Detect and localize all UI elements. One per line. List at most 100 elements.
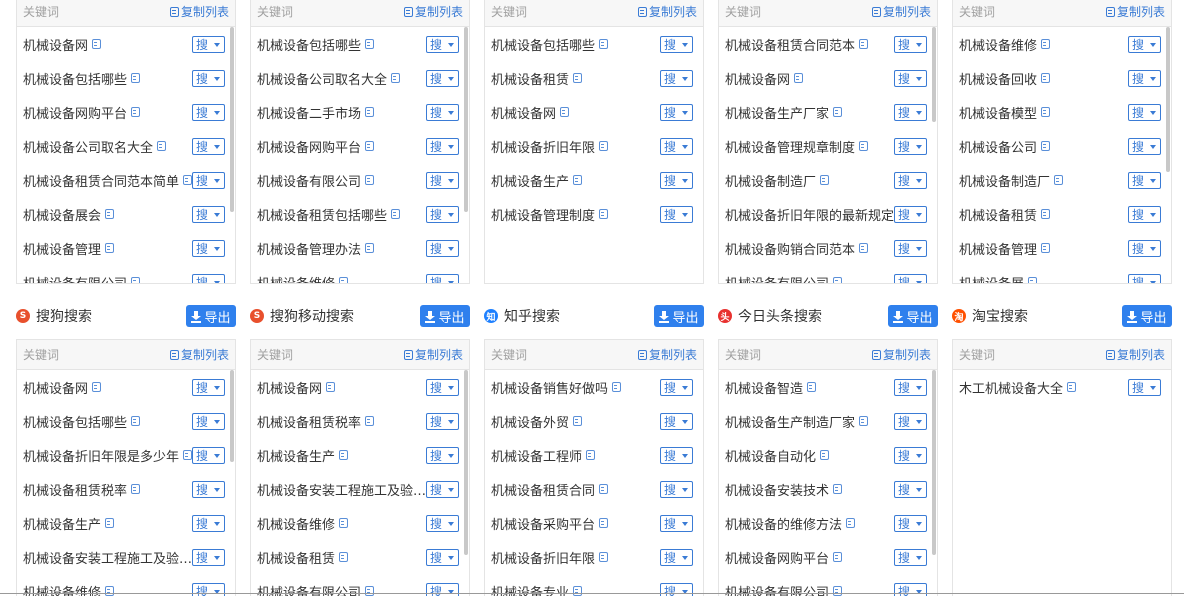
scrollbar[interactable] [932,27,936,122]
copy-keyword-icon[interactable] [586,450,596,460]
copy-keyword-icon[interactable] [599,518,609,528]
search-dropdown-button[interactable]: 搜 [894,447,927,464]
copy-keyword-icon[interactable] [833,484,843,494]
copy-keyword-icon[interactable] [599,484,609,494]
copy-keyword-icon[interactable] [339,277,349,283]
keyword-text[interactable]: 机械设备包括哪些 [257,35,361,54]
search-dropdown-button[interactable]: 搜 [660,515,693,532]
search-dropdown-button[interactable]: 搜 [894,104,927,121]
scrollbar[interactable] [230,370,234,462]
search-dropdown-button[interactable]: 搜 [1128,206,1161,223]
keyword-text[interactable]: 机械设备采购平台 [491,514,595,533]
copy-keyword-icon[interactable] [326,382,336,392]
keyword-list[interactable]: 机械设备包括哪些搜机械设备公司取名大全搜机械设备二手市场搜机械设备网购平台搜机械… [251,27,469,284]
search-dropdown-button[interactable]: 搜 [1128,379,1161,396]
keyword-text[interactable]: 机械设备维修 [257,273,335,284]
search-dropdown-button[interactable]: 搜 [192,379,225,396]
search-dropdown-button[interactable]: 搜 [192,138,225,155]
search-dropdown-button[interactable]: 搜 [660,36,693,53]
search-dropdown-button[interactable]: 搜 [894,36,927,53]
copy-keyword-icon[interactable] [339,450,349,460]
copy-keyword-icon[interactable] [807,382,817,392]
copy-list-button[interactable]: 复制列表 [637,346,697,363]
search-dropdown-button[interactable]: 搜 [660,583,693,596]
copy-keyword-icon[interactable] [365,141,375,151]
copy-keyword-icon[interactable] [573,416,583,426]
search-dropdown-button[interactable]: 搜 [660,447,693,464]
copy-keyword-icon[interactable] [365,243,375,253]
search-dropdown-button[interactable]: 搜 [894,240,927,257]
keyword-text[interactable]: 机械设备自动化 [725,446,816,465]
copy-keyword-icon[interactable] [1028,277,1038,283]
keyword-text[interactable]: 机械设备生产制造厂家 [725,412,855,431]
keyword-text[interactable]: 机械设备的维修方法 [725,514,842,533]
copy-list-button[interactable]: 复制列表 [1105,3,1165,20]
copy-keyword-icon[interactable] [820,450,830,460]
copy-keyword-icon[interactable] [833,107,843,117]
keyword-text[interactable]: 机械设备折旧年限 [491,137,595,156]
copy-keyword-icon[interactable] [794,73,804,83]
keyword-text[interactable]: 机械设备有限公司 [725,273,829,284]
copy-keyword-icon[interactable] [391,209,401,219]
search-dropdown-button[interactable]: 搜 [192,172,225,189]
keyword-text[interactable]: 机械设备包括哪些 [23,412,127,431]
keyword-list[interactable]: 机械设备包括哪些搜机械设备租赁搜机械设备网搜机械设备折旧年限搜机械设备生产搜机械… [485,27,703,283]
export-button[interactable]: 导出 [888,305,938,327]
copy-keyword-icon[interactable] [599,209,609,219]
search-dropdown-button[interactable]: 搜 [894,583,927,596]
search-dropdown-button[interactable]: 搜 [192,549,225,566]
search-dropdown-button[interactable]: 搜 [426,104,459,121]
scrollbar[interactable] [230,27,234,212]
search-dropdown-button[interactable]: 搜 [426,138,459,155]
copy-keyword-icon[interactable] [1041,141,1051,151]
copy-keyword-icon[interactable] [183,175,193,185]
copy-keyword-icon[interactable] [599,552,609,562]
search-dropdown-button[interactable]: 搜 [1128,172,1161,189]
keyword-text[interactable]: 机械设备租赁税率 [257,412,361,431]
copy-keyword-icon[interactable] [391,73,401,83]
keyword-text[interactable]: 机械设备安装工程施工及验收规范 [23,548,193,567]
copy-keyword-icon[interactable] [599,141,609,151]
search-dropdown-button[interactable]: 搜 [660,104,693,121]
keyword-text[interactable]: 机械设备生产 [23,514,101,533]
copy-keyword-icon[interactable] [573,73,583,83]
copy-keyword-icon[interactable] [105,209,115,219]
search-dropdown-button[interactable]: 搜 [426,240,459,257]
search-dropdown-button[interactable]: 搜 [426,447,459,464]
keyword-text[interactable]: 机械设备租赁包括哪些 [257,205,387,224]
keyword-text[interactable]: 机械设备折旧年限 [491,548,595,567]
keyword-text[interactable]: 机械设备折旧年限的最新规定 [725,205,894,224]
copy-keyword-icon[interactable] [846,518,856,528]
copy-keyword-icon[interactable] [92,382,102,392]
keyword-text[interactable]: 机械设备折旧年限是多少年 [23,446,179,465]
export-button[interactable]: 导出 [1122,305,1172,327]
keyword-text[interactable]: 机械设备外贸 [491,412,569,431]
copy-keyword-icon[interactable] [105,243,115,253]
search-dropdown-button[interactable]: 搜 [894,70,927,87]
copy-keyword-icon[interactable] [365,107,375,117]
search-dropdown-button[interactable]: 搜 [426,206,459,223]
keyword-text[interactable]: 机械设备租赁合同范本简单 [23,171,179,190]
keyword-text[interactable]: 木工机械设备大全 [959,378,1063,397]
copy-keyword-icon[interactable] [131,73,141,83]
search-dropdown-button[interactable]: 搜 [660,549,693,566]
keyword-text[interactable]: 机械设备管理 [959,239,1037,258]
keyword-text[interactable]: 机械设备安装技术 [725,480,829,499]
copy-keyword-icon[interactable] [859,416,869,426]
export-button[interactable]: 导出 [186,305,236,327]
copy-keyword-icon[interactable] [1041,73,1051,83]
search-dropdown-button[interactable]: 搜 [1128,138,1161,155]
copy-list-button[interactable]: 复制列表 [871,346,931,363]
keyword-text[interactable]: 机械设备包括哪些 [491,35,595,54]
copy-keyword-icon[interactable] [131,277,141,283]
copy-list-button[interactable]: 复制列表 [169,3,229,20]
keyword-text[interactable]: 机械设备管理 [23,239,101,258]
copy-keyword-icon[interactable] [573,175,583,185]
keyword-list[interactable]: 机械设备智造搜机械设备生产制造厂家搜机械设备自动化搜机械设备安装技术搜机械设备的… [719,370,937,596]
search-dropdown-button[interactable]: 搜 [192,104,225,121]
keyword-text[interactable]: 机械设备有限公司 [257,171,361,190]
copy-keyword-icon[interactable] [833,586,843,596]
copy-keyword-icon[interactable] [92,39,102,49]
keyword-text[interactable]: 机械设备租赁税率 [23,480,127,499]
search-dropdown-button[interactable]: 搜 [192,274,225,283]
